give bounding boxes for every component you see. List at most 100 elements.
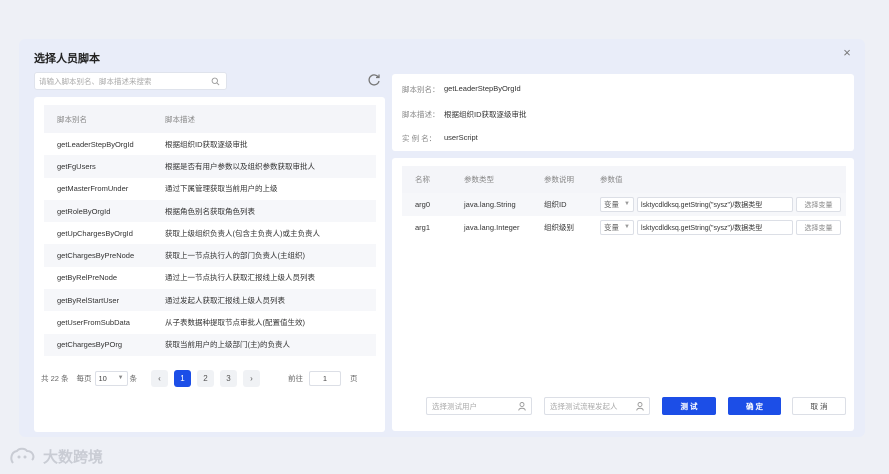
refresh-icon[interactable]: [366, 72, 382, 88]
watermark: 大数跨境: [9, 446, 103, 467]
arg-value-cell: 变量 ▼ lsktycdldksq.getString("sysz")/数据类型…: [600, 220, 846, 235]
chevron-down-icon: ▼: [117, 374, 124, 381]
pager-page-unit: 页: [350, 373, 358, 383]
chevron-down-icon: ▼: [624, 201, 630, 207]
script-desc: 从子表数据种提取节点审批人(配置值生效): [165, 318, 305, 328]
script-search-box: [34, 72, 227, 90]
script-table-body: getLeaderStepByOrgId 根据组织ID获取逐级审批 getFgUs…: [44, 133, 376, 356]
script-desc: 通过上一节点执行人获取汇报线上级人员列表: [165, 273, 315, 283]
args-table-body: arg0 java.lang.String 组织ID 变量 ▼ lsktycdl…: [402, 193, 846, 239]
table-row[interactable]: getUserFromSubData 从子表数据种提取节点审批人(配置值生效): [44, 311, 376, 333]
script-info-panel: 脚本别名： getLeaderStepByOrgId 脚本描述： 根据组织ID获…: [392, 74, 854, 151]
user-icon: [636, 402, 644, 411]
cancel-button[interactable]: 取 消: [792, 397, 846, 415]
arg-name: arg0: [415, 200, 431, 209]
script-alias: getByRelPreNode: [57, 273, 118, 283]
arg-name: arg1: [415, 223, 431, 232]
close-icon[interactable]: ×: [841, 46, 853, 59]
table-row: arg0 java.lang.String 组织ID 变量 ▼ lsktycdl…: [402, 193, 846, 216]
script-desc: 根据角色别名获取角色列表: [165, 206, 255, 216]
search-icon[interactable]: [211, 77, 220, 86]
table-row[interactable]: getByRelPreNode 通过上一节点执行人获取汇报线上级人员列表: [44, 267, 376, 289]
table-row: arg1 java.lang.Integer 组织级别 变量 ▼ lsktycd…: [402, 216, 846, 239]
table-row[interactable]: getRoleByOrgId 根据角色别名获取角色列表: [44, 199, 376, 223]
info-desc-label: 脚本描述：: [402, 110, 440, 119]
script-search-input[interactable]: [39, 75, 209, 87]
script-alias: getChargesByPOrg: [57, 340, 123, 350]
info-instance-label: 实 例 名：: [402, 134, 437, 143]
test-starter-select[interactable]: 选择测试流程发起人: [544, 397, 650, 415]
info-desc-value: 根据组织ID获取逐级审批: [444, 110, 527, 119]
script-alias: getUserFromSubData: [57, 318, 130, 328]
select-person-script-dialog: 选择人员脚本 × 脚本别名 脚本描述 getLeaderStepByOrgId 根…: [19, 39, 865, 437]
script-table: 脚本别名 脚本描述 getLeaderStepByOrgId 根据组织ID获取逐级…: [44, 105, 376, 356]
script-alias: getFgUsers: [57, 161, 96, 171]
header-desc: 脚本描述: [165, 114, 195, 124]
table-row[interactable]: getFgUsers 根据是否有用户参数以及组织参数获取审批人: [44, 155, 376, 178]
script-table-header: 脚本别名 脚本描述: [44, 105, 376, 133]
header-alias: 脚本别名: [57, 114, 87, 124]
script-desc: 通过发起人获取汇报线上级人员列表: [165, 295, 285, 305]
var-type-select[interactable]: 变量 ▼: [600, 220, 634, 235]
script-desc: 获取当前用户的上级部门(主)的负责人: [165, 340, 290, 350]
script-desc: 获取上级组织负责人(包含主负责人)或主负责人: [165, 228, 320, 238]
info-alias-label: 脚本别名：: [402, 85, 440, 94]
pager-size-label: 每页: [76, 373, 92, 383]
var-type-value: 变量: [604, 200, 619, 209]
page-button-3[interactable]: 3: [220, 369, 238, 387]
arg-value-cell: 变量 ▼ lsktycdldksq.getString("sysz")/数据类型…: [600, 197, 846, 212]
script-args-panel: 名称 参数类型 参数说明 参数值 arg0 java.lang.String 组…: [392, 158, 854, 431]
watermark-text: 大数跨境: [43, 449, 104, 466]
script-desc: 获取上一节点执行人的部门负责人(主组织): [165, 251, 305, 261]
script-alias: getMasterFromUnder: [57, 184, 129, 194]
header-arg-desc: 参数说明: [544, 175, 574, 184]
prev-page-button[interactable]: ‹: [151, 369, 169, 387]
choose-variable-button[interactable]: 选择变量: [796, 197, 841, 212]
pager-goto-label: 前往: [288, 373, 304, 383]
test-user-select[interactable]: 选择测试用户: [426, 397, 532, 415]
info-desc-row: 脚本描述： 根据组织ID获取逐级审批: [402, 109, 527, 120]
pagination: 共 22 条 每页 10 ▼ 条 ‹ 1 2 3 › 前往 1 页: [41, 369, 358, 387]
info-alias-row: 脚本别名： getLeaderStepByOrgId: [402, 84, 521, 95]
arg-type: java.lang.String: [464, 200, 516, 209]
page-size-value: 10: [98, 373, 107, 383]
pager-total: 共 22 条: [41, 373, 69, 383]
page-button-2[interactable]: 2: [197, 369, 215, 387]
table-row[interactable]: getLeaderStepByOrgId 根据组织ID获取逐级审批: [44, 133, 376, 155]
script-alias: getByRelStartUser: [57, 295, 120, 305]
args-table-header: 名称 参数类型 参数说明 参数值: [402, 166, 846, 193]
var-type-value: 变量: [604, 223, 619, 232]
script-desc: 根据是否有用户参数以及组织参数获取审批人: [165, 161, 315, 171]
arg-value-input[interactable]: lsktycdldksq.getString("sysz")/数据类型: [637, 220, 793, 235]
pager-size-unit: 条: [129, 373, 138, 383]
arg-value-input[interactable]: lsktycdldksq.getString("sysz")/数据类型: [637, 197, 793, 212]
dialog-title: 选择人员脚本: [34, 53, 100, 65]
brand-logo-icon: [10, 447, 35, 464]
var-type-select[interactable]: 变量 ▼: [600, 197, 634, 212]
info-instance-row: 实 例 名： userScript: [402, 133, 478, 144]
goto-page-input[interactable]: 1: [309, 370, 342, 386]
script-alias: getUpChargesByOrgId: [57, 228, 133, 238]
arg-desc: 组织ID: [544, 200, 567, 209]
args-table: 名称 参数类型 参数说明 参数值 arg0 java.lang.String 组…: [402, 166, 846, 239]
choose-variable-button[interactable]: 选择变量: [796, 220, 841, 235]
table-row[interactable]: getChargesByPreNode 获取上一节点执行人的部门负责人(主组织): [44, 244, 376, 267]
table-row[interactable]: getByRelStartUser 通过发起人获取汇报线上级人员列表: [44, 289, 376, 312]
page-size-select[interactable]: 10 ▼: [94, 370, 128, 386]
table-row[interactable]: getUpChargesByOrgId 获取上级组织负责人(包含主负责人)或主负责…: [44, 222, 376, 244]
next-page-button[interactable]: ›: [243, 369, 261, 387]
info-instance-value: userScript: [444, 133, 478, 142]
confirm-button[interactable]: 确 定: [728, 397, 781, 415]
header-arg-name: 名称: [415, 175, 430, 184]
test-button[interactable]: 测 试: [662, 397, 716, 415]
info-alias-value: getLeaderStepByOrgId: [444, 84, 521, 93]
header-arg-type: 参数类型: [464, 175, 494, 184]
arg-type: java.lang.Integer: [464, 223, 520, 232]
script-desc: 通过下属管理获取当前用户的上级: [165, 184, 278, 194]
page-button-1[interactable]: 1: [174, 369, 192, 387]
arg-desc: 组织级别: [544, 223, 574, 232]
chevron-down-icon: ▼: [624, 224, 630, 230]
table-row[interactable]: getChargesByPOrg 获取当前用户的上级部门(主)的负责人: [44, 333, 376, 356]
table-row[interactable]: getMasterFromUnder 通过下属管理获取当前用户的上级: [44, 178, 376, 200]
script-alias: getLeaderStepByOrgId: [57, 139, 134, 149]
